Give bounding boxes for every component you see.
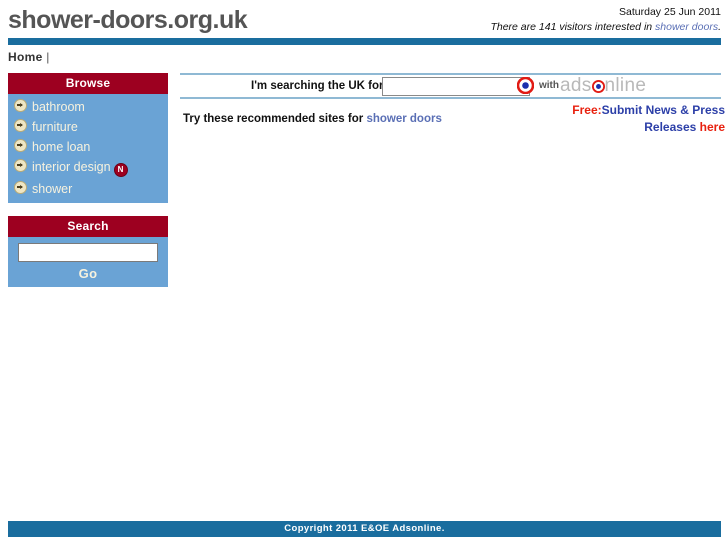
promo-line-2: Releases here [572, 119, 725, 136]
sidebar-item-furniture[interactable]: furniture [8, 117, 168, 137]
page-footer: Copyright 2011 E&OE Adsonline. [0, 521, 727, 537]
page-header: shower-doors.org.uk Saturday 25 Jun 2011… [0, 0, 727, 38]
header-divider-bar [8, 38, 721, 45]
footer-bar: Copyright 2011 E&OE Adsonline. [8, 521, 721, 537]
arrow-circle-icon [14, 139, 27, 152]
adsonline-logo: ads nline [560, 75, 646, 97]
recommended-sites-text: Try these recommended sites for shower d… [183, 113, 442, 125]
main-search-input[interactable] [382, 77, 530, 96]
adsonline-logo-part2: nline [604, 75, 647, 96]
breadcrumb: Home | [0, 45, 727, 64]
target-ring-icon [591, 77, 605, 94]
promo-line-1: Free:Submit News & Press [572, 102, 725, 119]
sidebar-search-go-button[interactable]: Go [8, 262, 168, 283]
new-badge-icon: N [113, 163, 128, 177]
search-panel-title: Search [8, 216, 168, 237]
promo-releases-link[interactable]: Releases [644, 120, 699, 134]
visitor-count-suffix: . [718, 21, 721, 34]
sidebar-item-interior-design[interactable]: interior design N [8, 157, 168, 179]
site-title: shower-doors.org.uk [8, 6, 248, 34]
search-panel: Search Go [8, 216, 168, 287]
search-band-bottom-rule [180, 97, 721, 99]
submit-news-promo: Free:Submit News & Press Releases here [572, 102, 725, 137]
browse-panel-body: bathroom furniture home loan interior de… [8, 94, 168, 203]
sidebar: Browse bathroom furniture home loan inte… [8, 73, 168, 300]
sidebar-item-label: furniture [32, 120, 78, 134]
recommended-sites-prefix: Try these recommended sites for [183, 113, 367, 125]
promo-free-label: Free: [572, 103, 602, 117]
recommended-sites-link[interactable]: shower doors [366, 113, 441, 125]
copyright-text: Copyright 2011 E&OE Adsonline. [284, 523, 445, 534]
main-search-band-inner: I'm searching the UK for... with ads nlin… [180, 75, 727, 97]
header-info: Saturday 25 Jun 2011 There are 141 visit… [490, 5, 721, 35]
browse-panel: Browse bathroom furniture home loan inte… [8, 73, 168, 203]
current-date: Saturday 25 Jun 2011 [619, 6, 721, 18]
arrow-circle-icon [14, 99, 27, 112]
visitor-count-prefix: There are 141 visitors interested in [490, 21, 656, 34]
search-panel-body: Go [8, 237, 168, 287]
nav-separator: | [46, 50, 50, 64]
arrow-circle-icon [14, 181, 27, 194]
promo-submit-link[interactable]: Submit News & Press [602, 103, 725, 117]
main-content: I'm searching the UK for... with ads nlin… [180, 73, 727, 134]
sidebar-search-input[interactable] [18, 243, 158, 262]
main-search-band: I'm searching the UK for... with ads nlin… [180, 75, 727, 97]
visitor-count: There are 141 visitors interested in sho… [490, 20, 721, 35]
brand-with-label: with [539, 80, 559, 91]
sidebar-item-label: home loan [32, 140, 91, 154]
promo-here-link[interactable]: here [700, 120, 725, 134]
sidebar-item-label: interior design [32, 160, 111, 174]
adsonline-logo-part1: ads [560, 75, 592, 96]
sidebar-item-shower[interactable]: shower [8, 179, 168, 199]
arrow-circle-icon [14, 159, 27, 172]
main-search-label: I'm searching the UK for... [251, 80, 393, 92]
sidebar-item-label: bathroom [32, 100, 85, 114]
nav-item-home[interactable]: Home [8, 50, 43, 64]
visitor-count-link[interactable]: shower doors [655, 21, 718, 33]
browse-panel-title: Browse [8, 73, 168, 94]
sidebar-item-label: shower [32, 182, 73, 196]
arrow-circle-icon [14, 119, 27, 132]
sidebar-item-home-loan[interactable]: home loan [8, 137, 168, 157]
target-ring-icon [516, 76, 535, 95]
sidebar-item-bathroom[interactable]: bathroom [8, 97, 168, 117]
